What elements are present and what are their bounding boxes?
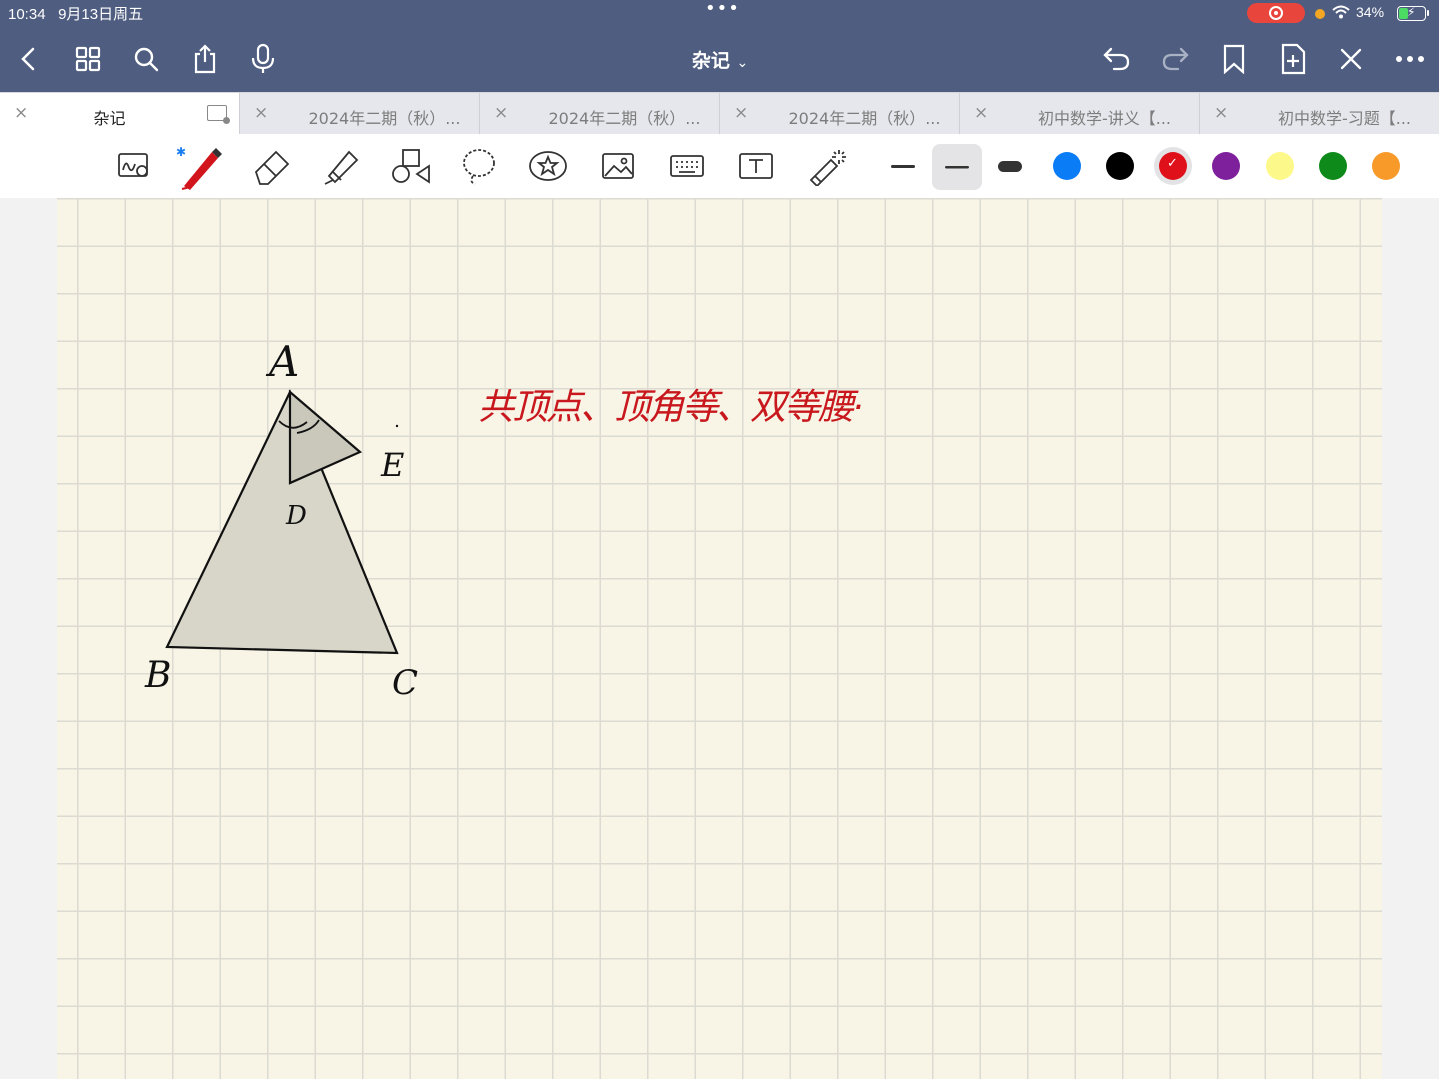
tab-label: 初中数学-习题【...	[1277, 109, 1412, 128]
bookmark-icon[interactable]	[1217, 42, 1251, 76]
handwritten-red-note: 共顶点、顶角等、双等腰·	[478, 387, 863, 428]
tab-label: 2024年二期（秋）...	[308, 109, 461, 128]
close-icon[interactable]	[1334, 42, 1368, 76]
label-c: C	[392, 663, 418, 703]
label-b: B	[144, 655, 171, 696]
back-icon[interactable]	[12, 42, 46, 76]
text-box-icon[interactable]	[732, 142, 780, 190]
tab-close-icon[interactable]: ×	[734, 103, 748, 123]
tab-close-icon[interactable]: ×	[1214, 103, 1228, 123]
pen-tool-icon[interactable]: ✱	[176, 142, 224, 190]
keyboard-icon[interactable]	[663, 142, 711, 190]
stroke-medium-selected[interactable]	[932, 144, 982, 190]
tab-label: 2024年二期（秋）...	[548, 109, 701, 128]
lasso-icon[interactable]	[455, 142, 503, 190]
tab-label: 杂记	[93, 109, 126, 128]
color-yellow[interactable]	[1266, 152, 1294, 180]
color-green[interactable]	[1319, 152, 1347, 180]
label-a: A	[265, 337, 299, 386]
tab-bar: × 杂记 × 2024年二期（秋）... × 2024年二期（秋）... × 2…	[0, 92, 1439, 135]
tab-3[interactable]: × 2024年二期（秋）...	[720, 93, 960, 135]
split-view-icon[interactable]	[207, 105, 230, 124]
triangle-abc	[165, 389, 399, 655]
handwriting-zoom-icon[interactable]	[110, 142, 158, 190]
color-purple[interactable]	[1212, 152, 1240, 180]
color-black[interactable]	[1106, 152, 1134, 180]
status-time: 10:34 9月13日周五	[8, 6, 144, 23]
screen-recording-icon[interactable]	[1247, 3, 1305, 23]
tab-label: 初中数学-讲义【...	[1037, 109, 1172, 128]
eraser-icon[interactable]	[247, 142, 295, 190]
tab-close-icon[interactable]: ×	[494, 103, 508, 123]
more-icon[interactable]	[1393, 42, 1427, 76]
wifi-icon	[1332, 5, 1350, 19]
tab-2[interactable]: × 2024年二期（秋）...	[480, 93, 720, 135]
battery-icon: ⚡	[1397, 5, 1429, 21]
tab-label: 2024年二期（秋）...	[788, 109, 941, 128]
triangle-ade	[288, 389, 363, 485]
tab-4[interactable]: × 初中数学-讲义【...	[960, 93, 1200, 135]
tab-1[interactable]: × 2024年二期（秋）...	[240, 93, 480, 135]
stroke-medium-icon	[945, 166, 969, 169]
tab-close-icon[interactable]: ×	[14, 103, 28, 123]
add-page-icon[interactable]	[1276, 42, 1310, 76]
tab-0[interactable]: × 杂记	[0, 93, 240, 135]
search-icon[interactable]	[129, 42, 163, 76]
share-icon[interactable]	[188, 42, 222, 76]
color-blue[interactable]	[1053, 152, 1081, 180]
sticker-icon[interactable]	[524, 142, 572, 190]
grid-view-icon[interactable]	[71, 42, 105, 76]
top-bar: 10:34 9月13日周五 ••• 34% ⚡ 杂记 ⌄	[0, 0, 1439, 92]
svg-text:✱: ✱	[176, 145, 186, 159]
microphone-icon[interactable]	[246, 42, 280, 76]
shape-tool-icon[interactable]	[386, 142, 434, 190]
highlighter-icon[interactable]	[316, 142, 364, 190]
stroke-thin-icon[interactable]	[880, 142, 928, 190]
stroke-thick-icon[interactable]	[987, 142, 1035, 190]
color-red-selected[interactable]	[1159, 152, 1187, 180]
multitask-dots[interactable]: •••	[705, 0, 740, 19]
tab-close-icon[interactable]: ×	[974, 103, 988, 123]
image-icon[interactable]	[594, 142, 642, 190]
note-canvas[interactable]: A B C D E 共顶点、顶角等、双等腰·	[57, 198, 1382, 1079]
tab-close-icon[interactable]: ×	[254, 103, 268, 123]
tab-5[interactable]: × 初中数学-习题【...	[1200, 93, 1439, 135]
redo-icon[interactable]	[1158, 42, 1192, 76]
label-d: D	[285, 501, 307, 531]
battery-percent: 34%	[1356, 4, 1385, 20]
mic-indicator-icon	[1315, 9, 1325, 19]
laser-pointer-icon[interactable]	[802, 142, 850, 190]
handwritten-drawing: A B C D E	[144, 337, 418, 703]
color-orange[interactable]	[1372, 152, 1400, 180]
document-title-button[interactable]: 杂记 ⌄	[640, 46, 800, 73]
label-e: E	[380, 446, 404, 484]
undo-icon[interactable]	[1100, 42, 1134, 76]
